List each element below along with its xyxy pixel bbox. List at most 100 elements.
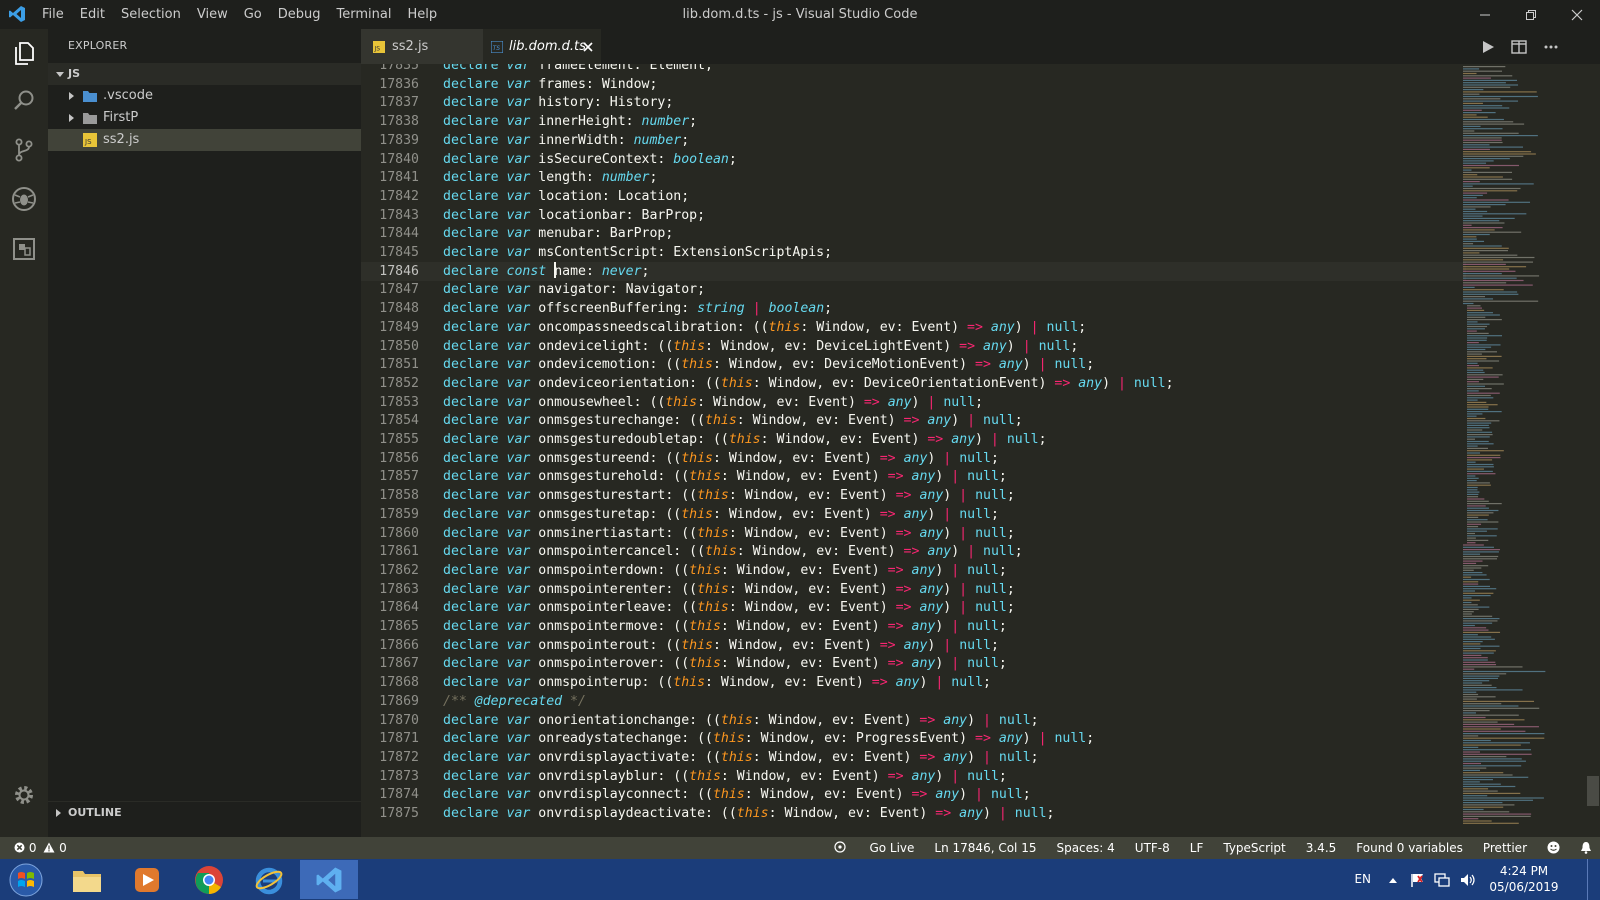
code-line[interactable]: 17837 declare var history: History; (361, 93, 1461, 112)
tree-item-ss2js[interactable]: JS ss2.js (48, 129, 361, 151)
code-line[interactable]: 17864 declare var onmspointerleave: ((thi… (361, 598, 1461, 617)
taskbar-file-explorer[interactable] (58, 860, 116, 899)
menu-edit[interactable]: Edit (72, 0, 113, 29)
code-editor[interactable]: 17875 declare var onvrdisplaydeactivate: … (361, 64, 1600, 837)
code-line[interactable]: 17838 declare var innerHeight: number; (361, 112, 1461, 131)
code-line[interactable]: 17843 declare var locationbar: BarProp; (361, 206, 1461, 225)
code-line[interactable]: 17840 declare var isSecureContext: boolea… (361, 150, 1461, 169)
code-line[interactable]: 17835 declare var frameElement: Element; (361, 64, 1461, 75)
menu-debug[interactable]: Debug (270, 0, 329, 29)
restore-button[interactable] (1508, 0, 1554, 29)
code-line[interactable]: 17841 declare var length: number; (361, 168, 1461, 187)
typescript-version[interactable]: 3.4.5 (1306, 837, 1337, 859)
clock[interactable]: 4:24 PM 05/06/2019 (1484, 863, 1564, 895)
problems-indicator[interactable]: 0 0 (14, 837, 67, 859)
code-line[interactable]: 17856 declare var onmsgestureend: ((this:… (361, 449, 1461, 468)
language-indicator[interactable]: EN (1354, 872, 1371, 886)
code-line[interactable]: 17852 declare var ondeviceorientation: ((… (361, 374, 1461, 393)
volume-icon[interactable] (1460, 872, 1476, 888)
menu-go[interactable]: Go (236, 0, 270, 29)
code-line[interactable]: 17870 declare var onorientationchange: ((… (361, 711, 1461, 730)
code-line[interactable]: 17871 declare var onreadystatechange: ((t… (361, 729, 1461, 748)
code-line[interactable]: 17855 declare var onmsgesturedoubletap: (… (361, 430, 1461, 449)
code-line[interactable]: 17842 declare var location: Location; (361, 187, 1461, 206)
code-line[interactable]: 17862 declare var onmspointerdown: ((this… (361, 561, 1461, 580)
code-line[interactable]: 17846 declare const name: never; (361, 261, 1466, 281)
source-control-activity-button[interactable] (0, 126, 48, 174)
code-line[interactable]: 17839 declare var innerWidth: number; (361, 131, 1461, 150)
code-line[interactable]: 17866 declare var onmspointerout: ((this:… (361, 636, 1461, 655)
extensions-activity-button[interactable] (0, 225, 48, 273)
tab-ss2js[interactable]: JS ss2.js (361, 29, 483, 64)
code-line[interactable]: 17836 declare var frames: Window; (361, 75, 1461, 94)
vertical-scrollbar-thumb[interactable] (1587, 776, 1599, 806)
tree-item-firstp[interactable]: FirstP (48, 107, 361, 129)
show-desktop-button[interactable] (1587, 859, 1600, 900)
start-button[interactable] (0, 860, 52, 899)
search-activity-button[interactable] (0, 77, 48, 125)
code-line[interactable]: 17845 declare var msContentScript: Extens… (361, 243, 1461, 262)
code-line[interactable]: 17860 declare var onmsinertiastart: ((thi… (361, 524, 1461, 543)
encoding[interactable]: UTF-8 (1135, 837, 1170, 859)
taskbar-chrome[interactable] (180, 860, 238, 899)
code-line[interactable]: 17869 /** @deprecated */ (361, 692, 1461, 711)
taskbar-media-player[interactable] (118, 860, 176, 899)
notifications-button[interactable] (1580, 837, 1592, 859)
minimap[interactable] (1461, 64, 1581, 837)
close-window-button[interactable] (1554, 0, 1600, 29)
code-line[interactable]: 17844 declare var menubar: BarProp; (361, 224, 1461, 243)
menu-file[interactable]: File (34, 0, 72, 29)
code-line[interactable]: 17865 declare var onmspointermove: ((this… (361, 617, 1461, 636)
minimap-line (1467, 408, 1489, 410)
debug-activity-button[interactable] (0, 175, 48, 223)
feedback-button[interactable] (1547, 837, 1560, 859)
minimize-button[interactable] (1462, 0, 1508, 29)
menu-selection[interactable]: Selection (113, 0, 189, 29)
tree-item-vscode[interactable]: .vscode (48, 85, 361, 107)
code-line[interactable]: 17847 declare var navigator: Navigator; (361, 280, 1461, 299)
code-line[interactable]: 17867 declare var onmspointerover: ((this… (361, 654, 1461, 673)
code-line[interactable]: 17875 declare var onvrdisplaydeactivate: … (361, 804, 1461, 823)
go-live-button[interactable]: Go Live (834, 837, 914, 859)
code-line[interactable]: 17857 declare var onmsgesturehold: ((this… (361, 467, 1461, 486)
cursor-position[interactable]: Ln 17846, Col 15 (934, 837, 1036, 859)
menu-view[interactable]: View (189, 0, 236, 29)
prettier-status[interactable]: Prettier (1483, 837, 1527, 859)
code-line[interactable]: 17849 declare var oncompassneedscalibrati… (361, 318, 1461, 337)
workspace-folder-js[interactable]: JS (48, 63, 361, 85)
menu-help[interactable]: Help (399, 0, 445, 29)
show-hidden-icons-icon[interactable] (1388, 876, 1398, 884)
minimap-line (1467, 316, 1486, 318)
code-line[interactable]: 17848 declare var offscreenBuffering: str… (361, 299, 1461, 318)
run-icon[interactable] (1481, 40, 1495, 54)
code-line[interactable]: 17854 declare var onmsgesturechange: ((th… (361, 411, 1461, 430)
explorer-activity-button[interactable] (0, 29, 48, 77)
taskbar-vscode[interactable] (300, 860, 358, 899)
tab-lib-dom-d-ts[interactable]: TS lib.dom.d.ts (483, 29, 601, 64)
code-line[interactable]: 17858 declare var onmsgesturestart: ((thi… (361, 486, 1461, 505)
code-line[interactable]: 17853 declare var onmousewheel: ((this: W… (361, 393, 1461, 412)
outline-section[interactable]: OUTLINE (48, 801, 361, 824)
code-line[interactable]: 17873 declare var onvrdisplayblur: ((this… (361, 767, 1461, 786)
taskbar-internet-explorer[interactable] (240, 860, 298, 899)
action-center-flag-icon[interactable] (1410, 872, 1426, 888)
code-line[interactable]: 17851 declare var ondevicemotion: ((this:… (361, 355, 1461, 374)
indentation[interactable]: Spaces: 4 (1056, 837, 1114, 859)
language-mode[interactable]: TypeScript (1223, 837, 1285, 859)
manage-activity-button[interactable] (0, 771, 48, 819)
variables-indicator[interactable]: Found 0 variables (1356, 837, 1463, 859)
code-line[interactable]: 17861 declare var onmspointercancel: ((th… (361, 542, 1461, 561)
menu-terminal[interactable]: Terminal (329, 0, 400, 29)
split-editor-icon[interactable] (1511, 40, 1527, 54)
code-line[interactable]: 17863 declare var onmspointerenter: ((thi… (361, 580, 1461, 599)
close-icon[interactable] (583, 42, 593, 52)
code-line[interactable]: 17874 declare var onvrdisplayconnect: ((t… (361, 785, 1461, 804)
code-line[interactable]: 17850 declare var ondevicelight: ((this: … (361, 337, 1461, 356)
code-line[interactable]: 17868 declare var onmspointerup: ((this: … (361, 673, 1461, 692)
code-line[interactable]: 17872 declare var onvrdisplayactivate: ((… (361, 748, 1461, 767)
code-line[interactable]: 17859 declare var onmsgesturetap: ((this:… (361, 505, 1461, 524)
line-ending[interactable]: LF (1190, 837, 1204, 859)
more-actions-icon[interactable] (1544, 45, 1558, 49)
minimap-line (1463, 783, 1501, 785)
network-icon[interactable] (1434, 872, 1450, 888)
